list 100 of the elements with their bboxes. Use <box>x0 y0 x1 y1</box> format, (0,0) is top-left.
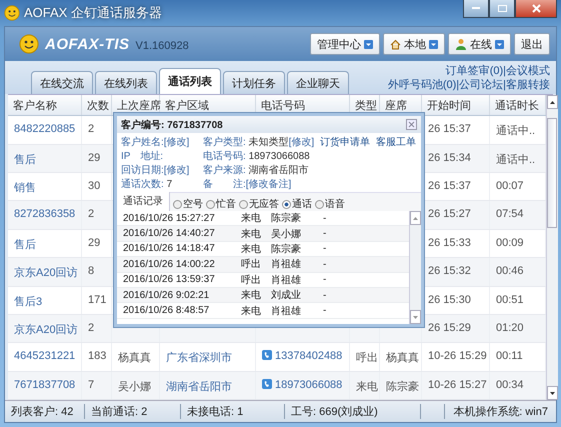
window-title: AOFAX 企钉通话服务器 <box>24 4 162 22</box>
column-header[interactable]: 客户名称 <box>8 95 82 116</box>
field-label: 客户类型: <box>203 137 246 148</box>
duration-cell: 00:09 <box>496 236 524 249</box>
field-label: 回访日期: <box>121 165 164 176</box>
field-label: 电话号码: <box>203 151 246 162</box>
action-link[interactable]: 客服工单 <box>376 137 416 148</box>
home-icon <box>390 38 401 50</box>
agent-cell-text: 陈宗豪 <box>386 380 419 394</box>
customer-name-cell-text: 售后 <box>14 152 36 167</box>
record-agent: 陈宗豪 <box>270 242 302 256</box>
field-label: 客户来源: <box>203 165 246 176</box>
record-time: 2016/10/26 14:18:47 <box>122 243 216 254</box>
phone-icon <box>262 378 272 389</box>
duration-cell: 00:34 <box>496 378 524 391</box>
down-arrow-icon <box>550 392 555 394</box>
record-agent: 肖祖雄 <box>270 274 302 287</box>
customer-name-cell-text: 京东A20回访 <box>14 266 78 280</box>
last-agent-cell-text: 吴小娜 <box>118 380 151 394</box>
count-cell: 30 <box>88 180 100 192</box>
edit-link[interactable]: [修改] <box>288 137 314 148</box>
tab[interactable]: 通话列表 <box>159 68 221 94</box>
version-label: V1.160928 <box>136 40 189 52</box>
record-agent: 陈宗豪 <box>270 212 302 226</box>
record-agent: 肖祖雄 <box>270 258 302 272</box>
scrollbar[interactable] <box>546 95 558 400</box>
minimize-button[interactable] <box>463 0 489 18</box>
start-time-cell: 10-26 15:27 <box>428 378 487 391</box>
duration-cell-text: 通话中.. <box>496 152 536 167</box>
record-time: 2016/10/26 14:40:27 <box>122 228 216 240</box>
duration-cell: 00:11 <box>496 350 523 362</box>
tab[interactable]: 计划任务 <box>223 71 285 94</box>
phone-cell: 18973066088 <box>275 378 342 391</box>
count-cell: 7 <box>88 378 94 391</box>
status-text: 当前通话: 2 <box>85 404 181 419</box>
record-type: 呼出 <box>240 258 262 272</box>
user-icon <box>455 38 467 50</box>
agent-cell-text: 杨真真 <box>386 351 419 366</box>
phone-cell: 13378402488 <box>275 350 342 362</box>
filter-radio[interactable]: 通话 <box>282 197 312 211</box>
duration-cell-text: 通话中.. <box>496 124 536 138</box>
call-log-tab[interactable]: 通话记录 <box>117 192 170 211</box>
count-cell: 29 <box>88 236 100 249</box>
header-button[interactable]: 管理中心 <box>310 33 380 55</box>
action-link[interactable]: 订货申请单 <box>320 137 370 148</box>
tab[interactable]: 企业聊天 <box>287 71 349 94</box>
count-cell: 29 <box>88 152 100 164</box>
start-time-cell: 26 15:33 <box>428 236 471 249</box>
record-note: - <box>322 305 328 316</box>
up-arrow-icon <box>413 216 418 220</box>
filter-radio[interactable]: 忙音 <box>206 197 236 211</box>
link-row[interactable]: 外呼号码池(0)|公司论坛|客服转接 <box>388 78 550 92</box>
count-cell: 8 <box>88 265 94 278</box>
record-time: 2016/10/26 9:02:21 <box>122 290 210 301</box>
record-note: - <box>322 228 328 240</box>
customer-name-cell: 8272836358 <box>14 208 76 220</box>
start-time-cell: 10-26 15:29 <box>428 350 487 362</box>
region-cell-text: 广东省深圳市 <box>166 350 232 366</box>
duration-cell: 00:07 <box>496 180 524 192</box>
header-button[interactable]: 本地 <box>383 33 445 55</box>
record-note: - <box>322 274 328 286</box>
customer-name-cell-text: 京东A20回访 <box>14 322 78 337</box>
tab[interactable]: 在线交流 <box>31 71 93 94</box>
customer-name-cell-text: 销售 <box>14 181 36 196</box>
edit-link[interactable]: [修改] <box>164 137 190 148</box>
tab[interactable]: 在线列表 <box>95 71 157 94</box>
field-label: 备 注: <box>203 179 246 190</box>
duration-cell: 07:54 <box>496 208 524 220</box>
duration-cell: 00:46 <box>496 265 524 278</box>
maximize-button[interactable] <box>489 0 515 18</box>
field-label: 客户姓名: <box>121 137 164 148</box>
field-value: 湖南省岳阳市 <box>248 165 309 176</box>
header-button[interactable]: 退出 <box>514 33 550 55</box>
start-time-cell: 26 15:27 <box>428 208 471 220</box>
record-type: 呼出 <box>240 274 262 287</box>
record-time: 2016/10/26 8:48:57 <box>122 305 210 316</box>
smiley-logo-icon <box>4 5 20 21</box>
duration-cell: 00:51 <box>496 294 524 306</box>
close-button[interactable] <box>515 0 557 18</box>
count-cell: 2 <box>88 123 94 136</box>
link-row[interactable]: 订单签审(0)|会议模式 <box>446 64 550 78</box>
customer-name-cell: 4645231221 <box>14 350 76 362</box>
smiley-logo-icon <box>19 34 39 54</box>
record-note: - <box>322 212 328 224</box>
edit-link[interactable]: [修改] <box>164 165 190 176</box>
start-time-cell: 26 15:29 <box>428 322 471 334</box>
edit-link[interactable]: [修改备注] <box>246 179 292 190</box>
scrollbar[interactable] <box>409 211 421 324</box>
column-header[interactable]: 次数 <box>82 95 112 116</box>
record-agent: 吴小娜 <box>270 228 302 241</box>
record-time: 2016/10/26 15:27:27 <box>122 212 216 224</box>
up-arrow-icon <box>550 100 555 104</box>
filter-radio[interactable]: 空号 <box>173 197 203 211</box>
minimize-icon <box>472 7 480 10</box>
count-cell: 183 <box>88 350 106 362</box>
filter-radio[interactable]: 语音 <box>315 197 345 211</box>
record-agent: 肖祖雄 <box>270 304 302 318</box>
header-button[interactable]: 在线 <box>448 33 511 55</box>
filter-radio[interactable]: 无应答 <box>239 197 279 211</box>
maximize-icon <box>498 5 506 12</box>
